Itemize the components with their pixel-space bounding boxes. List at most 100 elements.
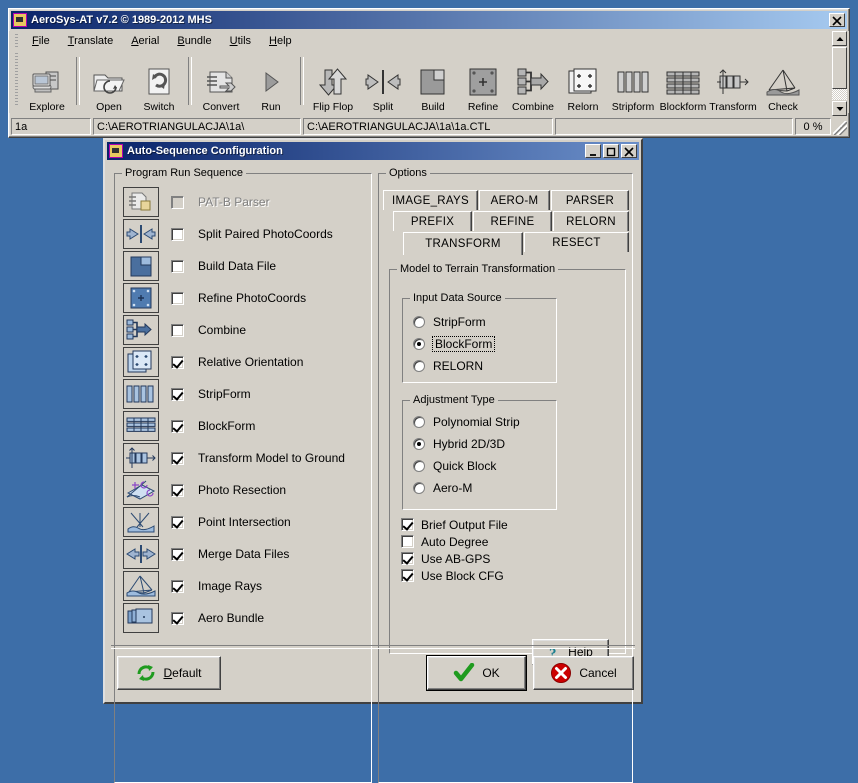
maximize-button[interactable]: [603, 144, 619, 158]
main-vertical-scrollbar[interactable]: [832, 31, 847, 116]
sequence-row-photo-resection[interactable]: Photo Resection: [115, 474, 371, 506]
stripform-radio[interactable]: [413, 316, 425, 328]
menu-bundle[interactable]: Bundle: [168, 33, 220, 49]
sequence-checkbox-wrap[interactable]: [171, 323, 184, 337]
toolbar-button-convert[interactable]: Convert: [196, 55, 246, 113]
scroll-down-button[interactable]: [832, 101, 847, 116]
toolbar-button-switch[interactable]: Switch: [134, 55, 184, 113]
toolbar-button-relorn[interactable]: Relorn: [558, 55, 608, 113]
tab-prefix[interactable]: PREFIX: [393, 211, 472, 231]
sequence-row-refine-photocoords[interactable]: Refine PhotoCoords: [115, 282, 371, 314]
sequence-checkbox-wrap[interactable]: [171, 451, 184, 465]
toolbar-button-transform[interactable]: Transform: [708, 55, 758, 113]
sequence-checkbox[interactable]: [171, 291, 184, 305]
toolbar-button-explore[interactable]: Explore: [22, 55, 72, 113]
tab-refine[interactable]: REFINE: [473, 211, 552, 231]
cancel-button[interactable]: Cancel: [533, 656, 634, 690]
toolbar-button-combine[interactable]: Combine: [508, 55, 558, 113]
ok-button[interactable]: OK: [426, 655, 527, 691]
sequence-checkbox[interactable]: [171, 195, 184, 209]
checkbox-row-brief-output-file[interactable]: Brief Output File: [401, 516, 508, 533]
dialog-title-bar[interactable]: Auto-Sequence Configuration: [107, 142, 639, 160]
sequence-checkbox-wrap[interactable]: [171, 483, 184, 497]
sequence-checkbox[interactable]: [171, 387, 184, 401]
minimize-button[interactable]: [585, 144, 601, 158]
default-button[interactable]: Default: [117, 656, 221, 690]
checkbox-row-use-block-cfg[interactable]: Use Block CFG: [401, 567, 508, 584]
toolbar-button-run[interactable]: Run: [246, 55, 296, 113]
close-button[interactable]: [829, 13, 845, 27]
main-title-bar[interactable]: AeroSys-AT v7.2 © 1989-2012 MHS: [11, 11, 847, 29]
tab-transform[interactable]: TRANSFORM: [403, 232, 523, 255]
sequence-row-build-data-file[interactable]: Build Data File: [115, 250, 371, 282]
sequence-checkbox-wrap[interactable]: [171, 259, 184, 273]
sequence-checkbox-wrap[interactable]: [171, 547, 184, 561]
toolbar-button-refine[interactable]: Refine: [458, 55, 508, 113]
sequence-checkbox[interactable]: [171, 451, 184, 465]
use-block-cfg-checkbox[interactable]: [401, 569, 414, 582]
relorn-radio[interactable]: [413, 360, 425, 372]
sequence-checkbox-wrap[interactable]: [171, 291, 184, 305]
use-ab-gps-checkbox[interactable]: [401, 552, 414, 565]
sequence-checkbox[interactable]: [171, 259, 184, 273]
sequence-checkbox-wrap[interactable]: [171, 227, 184, 241]
sequence-checkbox[interactable]: [171, 611, 184, 625]
menu-translate[interactable]: Translate: [59, 33, 122, 49]
radio-row-blockform[interactable]: BlockForm: [413, 333, 556, 355]
sequence-row-split-paired-photocoords[interactable]: Split Paired PhotoCoords: [115, 218, 371, 250]
toolbar-button-open[interactable]: Open: [84, 55, 134, 113]
menu-utils[interactable]: Utils: [221, 33, 260, 49]
radio-row-hybrid-2d-3d[interactable]: Hybrid 2D/3D: [413, 433, 556, 455]
menu-aerial[interactable]: Aerial: [122, 33, 168, 49]
toolbar-button-build[interactable]: Build: [408, 55, 458, 113]
sequence-row-aero-bundle[interactable]: Aero Bundle: [115, 602, 371, 634]
sequence-row-blockform[interactable]: BlockForm: [115, 410, 371, 442]
sequence-checkbox-wrap[interactable]: [171, 387, 184, 401]
radio-row-aero-m[interactable]: Aero-M: [413, 477, 556, 499]
sequence-checkbox[interactable]: [171, 547, 184, 561]
radio-row-quick-block[interactable]: Quick Block: [413, 455, 556, 477]
sequence-row-image-rays[interactable]: Image Rays: [115, 570, 371, 602]
tab-relorn[interactable]: RELORN: [553, 211, 629, 231]
sequence-checkbox[interactable]: [171, 323, 184, 337]
sequence-checkbox-wrap[interactable]: [171, 195, 184, 209]
sequence-row-stripform[interactable]: StripForm: [115, 378, 371, 410]
scrollbar-track[interactable]: [832, 47, 847, 100]
brief-output-file-checkbox[interactable]: [401, 518, 414, 531]
sequence-checkbox-wrap[interactable]: [171, 515, 184, 529]
menu-grip[interactable]: [15, 34, 18, 47]
sequence-row-point-intersection[interactable]: Point Intersection: [115, 506, 371, 538]
sequence-checkbox[interactable]: [171, 355, 184, 369]
toolbar-grip[interactable]: [15, 53, 18, 105]
toolbar-button-split[interactable]: Split: [358, 55, 408, 113]
checkbox-row-use-ab-gps[interactable]: Use AB-GPS: [401, 550, 508, 567]
toolbar-button-stripform[interactable]: Stripform: [608, 55, 658, 113]
sequence-checkbox-wrap[interactable]: [171, 579, 184, 593]
tab-resect[interactable]: RESECT: [524, 232, 629, 252]
resize-grip[interactable]: [833, 121, 847, 135]
radio-row-stripform[interactable]: StripForm: [413, 311, 556, 333]
sequence-checkbox[interactable]: [171, 515, 184, 529]
menu-help[interactable]: Help: [260, 33, 301, 49]
toolbar-button-blockform[interactable]: Blockform: [658, 55, 708, 113]
sequence-checkbox[interactable]: [171, 227, 184, 241]
sequence-checkbox-wrap[interactable]: [171, 355, 184, 369]
radio-row-relorn[interactable]: RELORN: [413, 355, 556, 377]
tab-aero-m[interactable]: AERO-M: [479, 190, 550, 210]
toolbar-button-flip-flop[interactable]: Flip Flop: [308, 55, 358, 113]
sequence-row-transform-model-to-ground[interactable]: Transform Model to Ground: [115, 442, 371, 474]
checkbox-row-auto-degree[interactable]: Auto Degree: [401, 533, 508, 550]
dialog-close-button[interactable]: [621, 144, 637, 158]
sequence-checkbox[interactable]: [171, 483, 184, 497]
sequence-checkbox[interactable]: [171, 579, 184, 593]
auto-degree-checkbox[interactable]: [401, 535, 414, 548]
aero-m-radio[interactable]: [413, 482, 425, 494]
sequence-row-combine[interactable]: Combine: [115, 314, 371, 346]
radio-row-polynomial-strip[interactable]: Polynomial Strip: [413, 411, 556, 433]
sequence-row-merge-data-files[interactable]: Merge Data Files: [115, 538, 371, 570]
scroll-up-button[interactable]: [832, 31, 847, 46]
menu-file[interactable]: File: [23, 33, 59, 49]
tab-image-rays[interactable]: IMAGE_RAYS: [383, 190, 478, 210]
toolbar-button-check[interactable]: Check: [758, 55, 808, 113]
polynomial-strip-radio[interactable]: [413, 416, 425, 428]
